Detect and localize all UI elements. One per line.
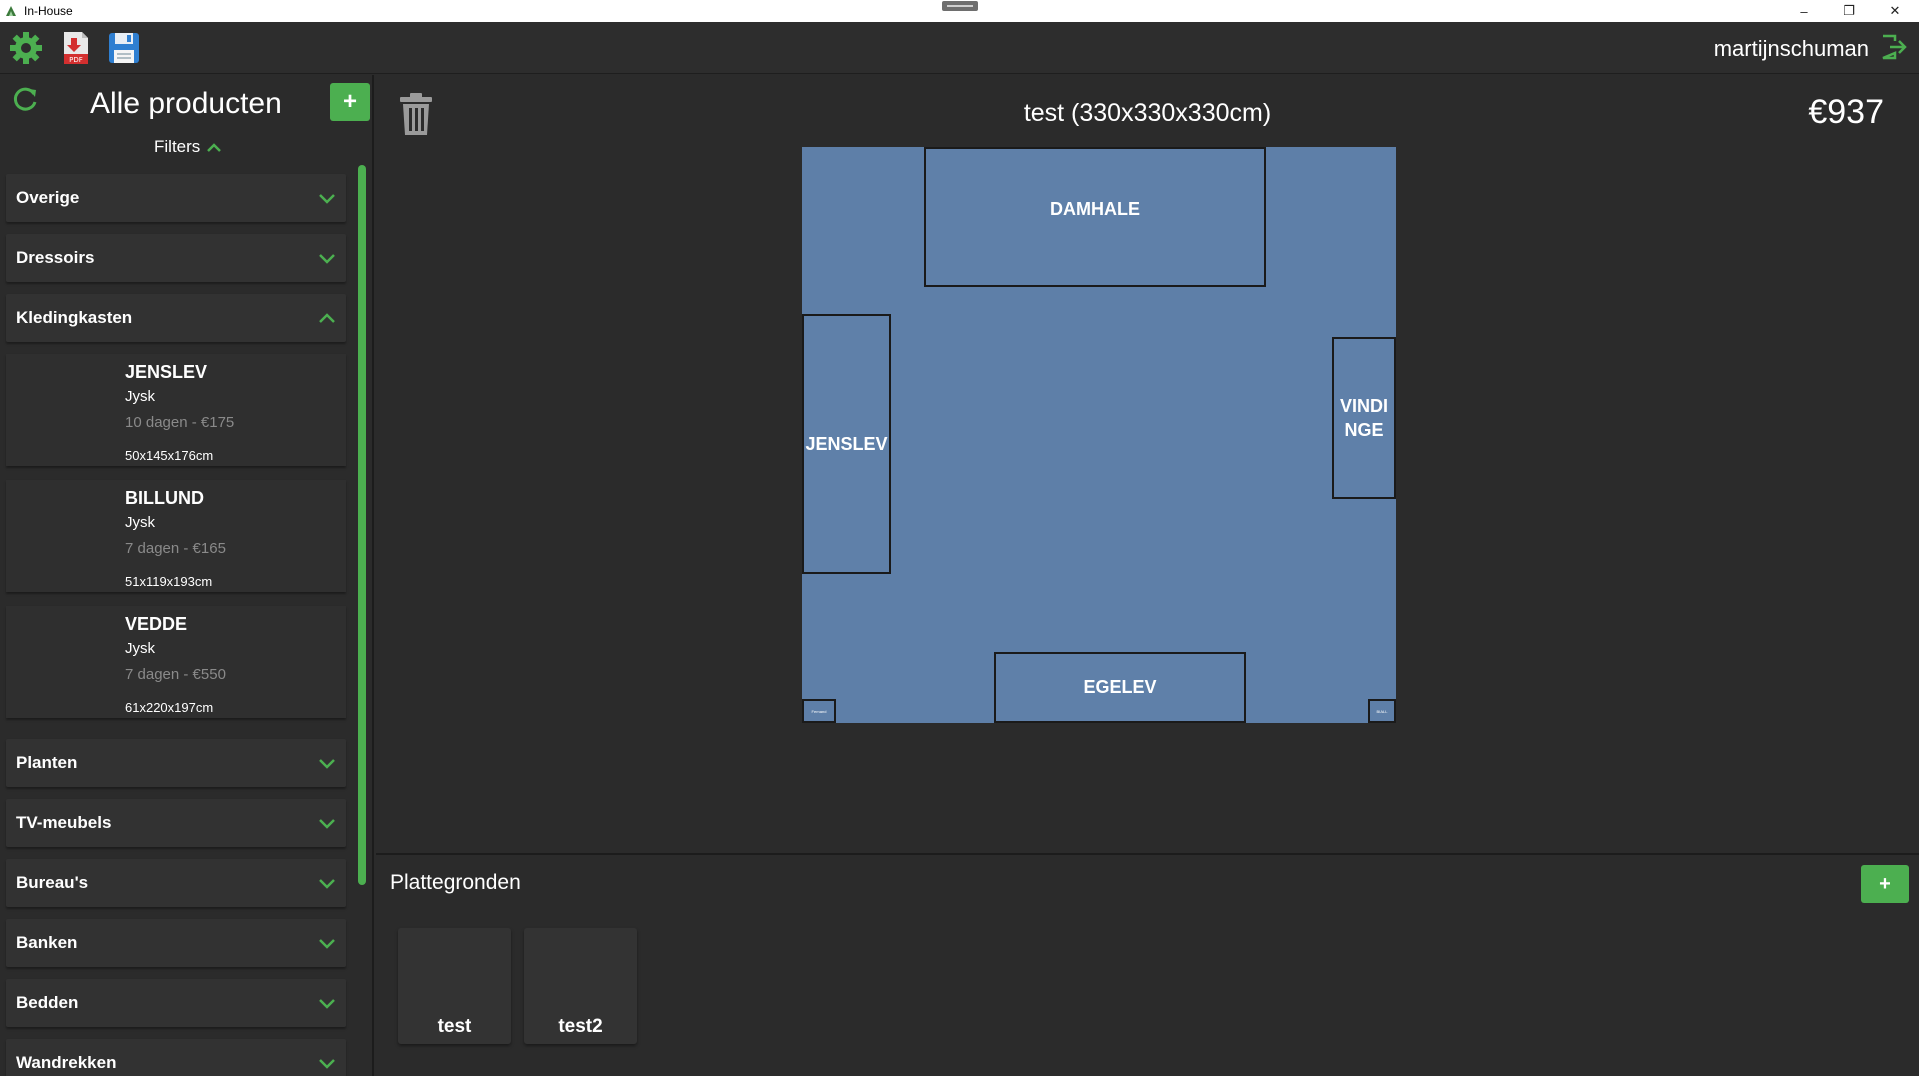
category-kledingkasten[interactable]: Kledingkasten: [6, 294, 346, 342]
floorplan-thumb-test2[interactable]: test2: [524, 928, 637, 1044]
filters-label: Filters: [154, 137, 201, 156]
furniture-label: BIALL: [1376, 708, 1388, 714]
furniture-label-part1: VINDI: [1339, 396, 1388, 416]
product-name: BILLUND: [125, 488, 204, 508]
category-banken[interactable]: Banken: [6, 919, 346, 967]
furniture-label-part2: NGE: [1344, 420, 1384, 440]
furniture-jenslev[interactable]: JENSLEV: [802, 314, 891, 574]
window-title: In-House: [24, 4, 73, 18]
furniture-damhale[interactable]: DAMHALE: [924, 147, 1266, 287]
minimize-button[interactable]: –: [1781, 0, 1827, 22]
category-bureaus[interactable]: Bureau's: [6, 859, 346, 907]
category-label: Bureau's: [16, 873, 89, 892]
floorplan-title: test (330x330x330cm): [1023, 99, 1272, 127]
product-card-jenslev[interactable]: JENSLEV Jysk 10 dagen - €175 50x145x176c…: [6, 354, 346, 466]
furniture-label: JENSLEV: [805, 433, 888, 454]
floorplan-thumb-label: test: [437, 1016, 472, 1037]
category-label: Wandrekken: [16, 1053, 117, 1072]
pdf-export-icon[interactable]: PDF: [58, 30, 94, 66]
product-brand: Jysk: [125, 640, 155, 657]
category-tv-meubels[interactable]: TV-meubels: [6, 799, 346, 847]
room-canvas[interactable]: DAMHALE JENSLEV VINDI NGE EGELEV Fernand…: [802, 147, 1396, 723]
furniture-egelev[interactable]: EGELEV: [994, 652, 1246, 723]
floorplans-panel: Plattegronden + test test2: [376, 853, 1919, 1076]
sidebar-title: Alle producten: [90, 87, 282, 120]
toolbar: PDF martijnschuman: [0, 22, 1919, 74]
furniture-small-right[interactable]: BIALL: [1368, 699, 1396, 723]
product-name: VEDDE: [125, 614, 188, 634]
category-label: Bedden: [16, 993, 79, 1012]
chevron-up-icon: [319, 313, 335, 323]
product-delivery: 7 dagen - €165: [125, 540, 226, 557]
chevron-down-icon: [319, 819, 335, 829]
chevron-down-icon: [319, 939, 335, 949]
product-card-billund[interactable]: BILLUND Jysk 7 dagen - €165 51x119x193cm: [6, 480, 346, 592]
chevron-down-icon: [319, 194, 335, 204]
floorplans-title: Plattegronden: [390, 871, 521, 894]
chevron-down-icon: [319, 879, 335, 889]
restore-button[interactable]: ❐: [1826, 0, 1872, 22]
furniture-label: DAMHALE: [1050, 199, 1140, 219]
product-brand: Jysk: [125, 514, 155, 531]
chevron-down-icon: [319, 254, 335, 264]
product-name: JENSLEV: [125, 362, 208, 382]
chevron-down-icon: [319, 759, 335, 769]
furniture-label: Fernand: [811, 708, 827, 714]
furniture-small-left[interactable]: Fernand: [802, 699, 836, 723]
add-product-button[interactable]: +: [330, 83, 370, 121]
floorplan-thumb-test[interactable]: test: [398, 928, 511, 1044]
save-icon[interactable]: [106, 30, 142, 66]
category-label: Banken: [16, 933, 78, 952]
sidebar-scrollbar[interactable]: [358, 165, 366, 885]
svg-text:PDF: PDF: [69, 56, 83, 64]
product-brand: Jysk: [125, 388, 155, 405]
chevron-down-icon: [319, 1059, 335, 1069]
app-logo-icon: [6, 6, 16, 16]
add-floorplan-button[interactable]: +: [1861, 865, 1909, 903]
username-label: martijnschuman: [1713, 36, 1869, 61]
category-overige[interactable]: Overige: [6, 174, 346, 222]
category-wandrekken[interactable]: Wandrekken: [6, 1039, 346, 1076]
furniture-vindinge[interactable]: VINDI NGE: [1332, 337, 1396, 499]
product-size: 61x220x197cm: [125, 700, 214, 715]
category-planten[interactable]: Planten: [6, 739, 346, 787]
category-label: Planten: [16, 753, 78, 772]
product-size: 50x145x176cm: [125, 448, 214, 463]
product-delivery: 7 dagen - €550: [125, 666, 226, 683]
refresh-icon[interactable]: [10, 85, 40, 115]
floorplan-editor: test (330x330x330cm) €937 DAMHALE JENSLE…: [376, 75, 1919, 853]
category-label: Kledingkasten: [16, 308, 133, 327]
product-sidebar: Alle producten + Filters Overige Dressoi…: [0, 75, 374, 1076]
chevron-up-icon: [207, 143, 222, 152]
furniture-label: EGELEV: [1083, 677, 1157, 697]
category-label: Overige: [16, 188, 80, 207]
category-bedden[interactable]: Bedden: [6, 979, 346, 1027]
product-size: 51x119x193cm: [125, 574, 213, 589]
logout-icon[interactable]: [1879, 32, 1909, 62]
gear-icon[interactable]: [8, 30, 44, 66]
floorplan-thumb-label: test2: [558, 1016, 603, 1037]
drag-handle[interactable]: [942, 1, 978, 11]
product-card-vedde[interactable]: VEDDE Jysk 7 dagen - €550 61x220x197cm: [6, 606, 346, 718]
category-label: TV-meubels: [16, 813, 112, 832]
total-price: €937: [1808, 93, 1884, 131]
category-label: Dressoirs: [16, 248, 95, 267]
close-button[interactable]: ✕: [1872, 0, 1918, 22]
category-dressoirs[interactable]: Dressoirs: [6, 234, 346, 282]
window-titlebar: In-House – ❐ ✕: [0, 0, 1919, 22]
product-delivery: 10 dagen - €175: [125, 414, 235, 431]
filters-toggle[interactable]: Filters: [154, 137, 222, 157]
chevron-down-icon: [319, 999, 335, 1009]
